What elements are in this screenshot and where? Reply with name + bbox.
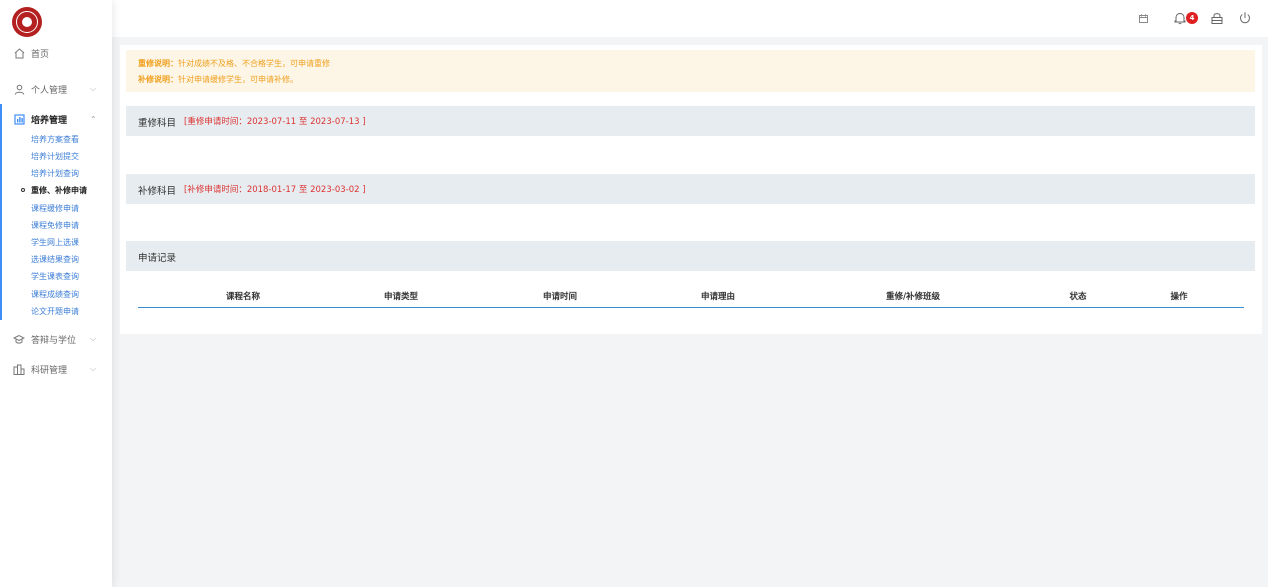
sidebar: 首页 个人管理 ⌵ 培养管理 ⌃ 培养方案查看 培养计划提交 培养计划查询 重修… — [0, 0, 112, 587]
records-section-header: 申请记录 — [126, 241, 1255, 271]
sidebar-item-training[interactable]: 培养管理 ⌃ — [0, 110, 112, 128]
sub-item-deferral-apply[interactable]: 课程缓修申请 — [31, 202, 79, 216]
sub-item-plan-query[interactable]: 培养计划查询 — [31, 167, 79, 181]
chevron-down-icon: ⌵ — [90, 334, 97, 343]
sidebar-item-label: 个人管理 — [31, 85, 68, 96]
column-header-class: 重修/补修班级 — [885, 292, 941, 302]
current-dot-icon — [21, 188, 25, 192]
column-header-apply-time: 申请时间 — [542, 292, 578, 302]
power-icon[interactable] — [1237, 10, 1253, 26]
sub-item-selection-result[interactable]: 选课结果查询 — [31, 253, 79, 267]
chevron-up-icon: ⌃ — [90, 114, 97, 124]
makeup-notice-text: 针对申请缓修学生，可申请补修。 — [178, 75, 298, 84]
column-header-status: 状态 — [1069, 292, 1087, 302]
makeup-section-title: 补修科目 — [138, 186, 177, 197]
sidebar-item-research[interactable]: 科研管理 ⌵ — [0, 360, 112, 378]
sub-item-timetable[interactable]: 学生课表查询 — [31, 270, 79, 284]
column-header-apply-type: 申请类型 — [383, 292, 419, 302]
retake-notice: 重修说明：针对成绩不及格、不合格学生，可申请重修 — [138, 58, 330, 69]
retake-section-header: 重修科目 [重修申请时间：2023-07-11 至 2023-07-13 ] — [126, 106, 1255, 136]
records-section-title: 申请记录 — [138, 253, 177, 264]
sidebar-item-label: 答辩与学位 — [31, 335, 77, 346]
makeup-notice-label: 补修说明： — [138, 75, 178, 84]
sub-item-grades[interactable]: 课程成绩查询 — [31, 288, 79, 302]
retake-apply-period: [重修申请时间：2023-07-11 至 2023-07-13 ] — [184, 117, 366, 127]
column-header-course-name: 课程名称 — [225, 292, 261, 302]
sidebar-item-label: 培养管理 — [31, 115, 68, 126]
logo-ring — [16, 11, 38, 33]
person-icon — [13, 83, 25, 95]
notification-badge[interactable]: 4 — [1186, 12, 1198, 24]
buildings-icon — [13, 363, 25, 375]
sub-item-thesis-proposal[interactable]: 论文开题申请 — [31, 305, 79, 319]
sub-item-exemption-apply[interactable]: 课程免修申请 — [31, 219, 79, 233]
sidebar-item-label: 首页 — [31, 49, 50, 60]
sidebar-item-personal[interactable]: 个人管理 ⌵ — [0, 80, 112, 98]
sub-item-retake-apply[interactable]: 重修、补修申请 — [31, 184, 87, 198]
makeup-notice: 补修说明：针对申请缓修学生，可申请补修。 — [138, 74, 298, 85]
report-icon — [13, 113, 25, 125]
retake-notice-label: 重修说明： — [138, 59, 178, 68]
sub-item-plan-view[interactable]: 培养方案查看 — [31, 133, 79, 147]
university-logo[interactable] — [12, 7, 42, 37]
sidebar-item-defense-degree[interactable]: 答辩与学位 ⌵ — [0, 330, 112, 348]
makeup-section-header: 补修科目 [补修申请时间：2018-01-17 至 2023-03-02 ] — [126, 174, 1255, 204]
column-header-action: 操作 — [1170, 292, 1188, 302]
retake-section-title: 重修科目 — [138, 118, 177, 129]
column-header-apply-reason: 申请理由 — [700, 292, 736, 302]
home-icon — [13, 47, 25, 59]
makeup-apply-period: [补修申请时间：2018-01-17 至 2023-03-02 ] — [184, 185, 366, 195]
graduation-cap-icon — [13, 333, 25, 345]
sidebar-item-label: 科研管理 — [31, 365, 68, 376]
calendar-icon[interactable] — [1136, 10, 1150, 26]
chevron-down-icon: ⌵ — [90, 84, 97, 93]
sub-item-online-course-select[interactable]: 学生网上选课 — [31, 236, 79, 250]
notice-box: 重修说明：针对成绩不及格、不合格学生，可申请重修 补修说明：针对申请缓修学生，可… — [126, 50, 1255, 92]
sub-item-plan-submit[interactable]: 培养计划提交 — [31, 150, 79, 164]
sidebar-item-home[interactable]: 首页 — [0, 44, 112, 62]
top-bar — [112, 0, 1268, 37]
records-table-header: 课程名称 申请类型 申请时间 申请理由 重修/补修班级 状态 操作 — [138, 284, 1244, 308]
chevron-down-icon: ⌵ — [90, 364, 97, 373]
active-indicator — [0, 104, 2, 320]
retake-notice-text: 针对成绩不及格、不合格学生，可申请重修 — [178, 59, 330, 68]
lock-icon[interactable] — [1209, 10, 1225, 26]
logo-core — [22, 17, 32, 27]
